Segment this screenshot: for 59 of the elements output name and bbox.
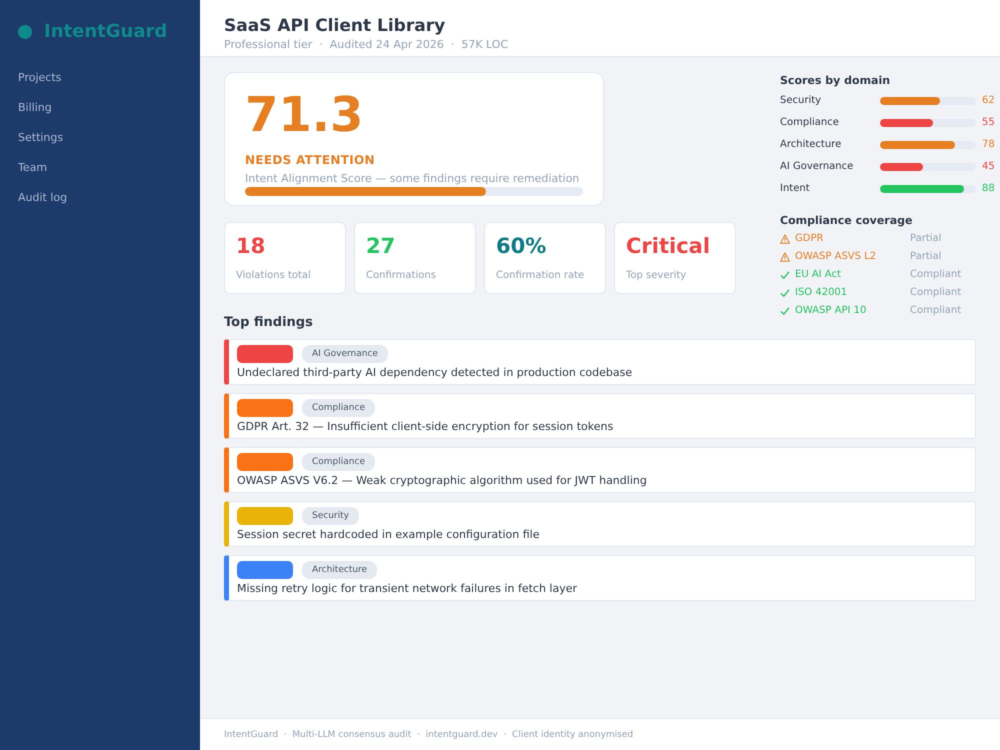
domain-label: AI Governance [780, 160, 854, 173]
framework-name: GDPR [795, 232, 824, 245]
metric-value: 60% [496, 233, 548, 259]
brand-name: IntentGuard [44, 21, 168, 43]
category-tag: Architecture [302, 561, 378, 579]
finding-card[interactable]: Compliance OWASP ASVS V6.2 — Weak cryptographic algorithm used for JWT handling [224, 447, 976, 493]
category-tag: Compliance [302, 399, 375, 417]
domain-label: Compliance [780, 116, 840, 129]
finding-card[interactable]: Security Session secret hardcoded in example configuration file [224, 501, 976, 547]
finding-title: Undeclared third-party AI dependency detected in production codebase [237, 366, 634, 380]
compliance-status: Compliant [910, 286, 962, 299]
metric-label: Confirmation rate [496, 269, 586, 282]
metric-value: Critical [626, 233, 712, 259]
finding-card[interactable]: Compliance GDPR Art. 32 — Insufficient client-side encryption for session tokens [224, 393, 976, 439]
section-heading: Top findings [224, 315, 313, 331]
category-tag: Compliance [302, 453, 375, 471]
domain-score: 88 [982, 182, 996, 195]
page-meta: Professional tier · Audited 24 Apr 2026 · 57K LOC [224, 38, 510, 52]
domain-label: Security [780, 94, 822, 107]
nav-link[interactable]: Projects [18, 69, 62, 87]
score-caption: Intent Alignment Score — some findings require remediation [245, 172, 580, 186]
score-value: 71.3 [245, 89, 364, 141]
metric-label: Confirmations [366, 269, 437, 282]
framework-name: OWASP API 10 [795, 304, 866, 317]
framework-name: OWASP ASVS L2 [795, 250, 876, 263]
finding-card[interactable]: AI Governance Undeclared third-party AI dependency detected in production codebase [224, 339, 976, 385]
finding-card[interactable]: Architecture Missing retry logic for transient network failures in fetch layer [224, 555, 976, 601]
metric-label: Violations total [236, 269, 312, 282]
compliance-status: Partial [910, 232, 942, 245]
logo-dot-icon [18, 25, 32, 39]
nav-link[interactable]: Billing [18, 99, 52, 117]
domain-score: 45 [982, 160, 996, 173]
compliance-status: Compliant [910, 304, 962, 317]
nav-link[interactable]: Audit log [18, 189, 68, 207]
compliance-status: Partial [910, 250, 942, 263]
domain-score: 62 [982, 94, 996, 107]
framework-name: ISO 42001 [795, 286, 848, 299]
finding-title: GDPR Art. 32 — Insufficient client-side encryption for session tokens [237, 420, 614, 434]
nav-link[interactable]: Settings [18, 129, 64, 147]
compliance-status: Compliant [910, 268, 962, 281]
footer-text: IntentGuard · Multi-LLM consensus audit · intentguard.dev · Client identity anonymised [224, 730, 634, 740]
metric-value: 27 [366, 233, 396, 259]
nav-link[interactable]: Team [18, 159, 48, 177]
section-heading: Compliance coverage [780, 213, 914, 229]
section-heading: Scores by domain [780, 73, 892, 89]
category-tag: Security [302, 507, 359, 525]
metric-label: Top severity [626, 269, 688, 282]
page-title: SaaS API Client Library [224, 16, 446, 36]
metric-value: 18 [236, 233, 266, 259]
framework-name: EU AI Act [795, 268, 841, 281]
finding-title: OWASP ASVS V6.2 — Weak cryptographic algorithm used for JWT handling [237, 474, 648, 488]
category-tag: AI Governance [302, 345, 388, 363]
finding-title: Missing retry logic for transient network failures in fetch layer [237, 582, 578, 596]
domain-score: 78 [982, 138, 996, 151]
score-status: NEEDS ATTENTION [245, 152, 376, 168]
domain-score: 55 [982, 116, 996, 129]
domain-label: Intent [780, 182, 811, 195]
domain-label: Architecture [780, 138, 842, 151]
finding-title: Session secret hardcoded in example configuration file [237, 528, 540, 542]
